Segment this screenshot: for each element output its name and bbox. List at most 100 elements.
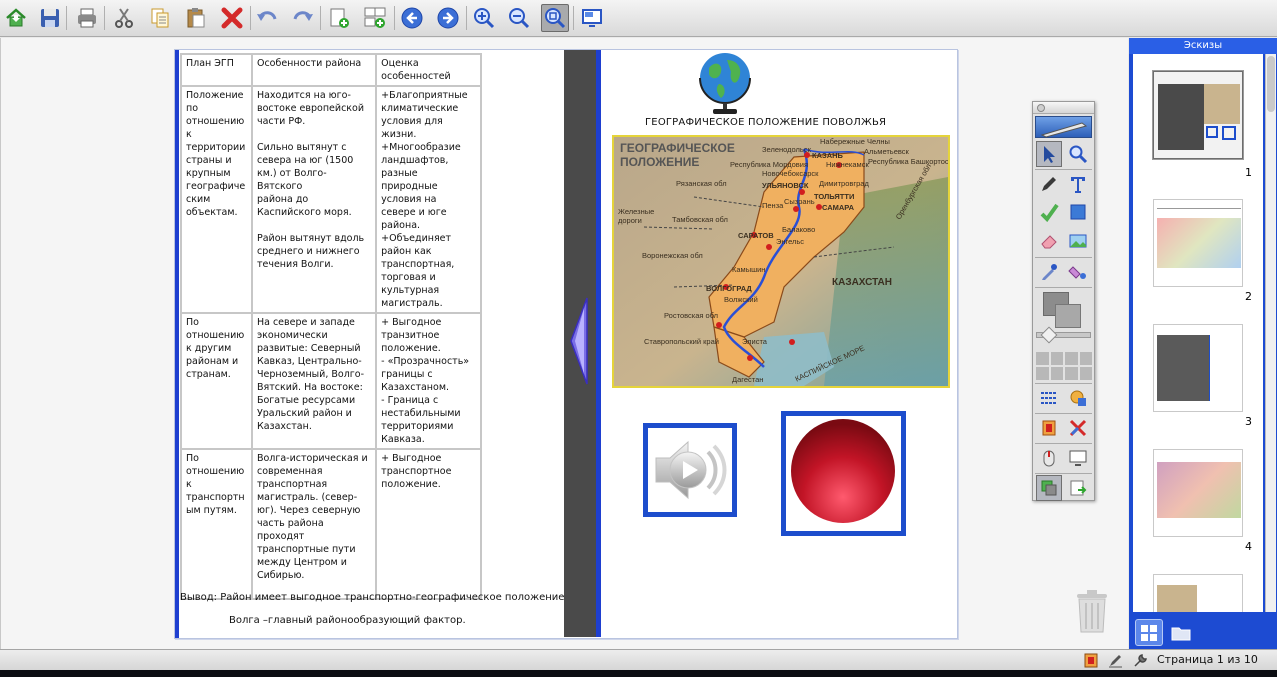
thumbnail-page-1[interactable]: [1153, 71, 1243, 159]
print-icon[interactable]: [73, 4, 101, 32]
pen-icon[interactable]: [1036, 171, 1062, 197]
record-status-icon[interactable]: [1082, 652, 1099, 669]
zoom-out-icon[interactable]: [505, 4, 533, 32]
zoom-in-icon[interactable]: [470, 4, 498, 32]
thumbnail-number: 4: [1245, 540, 1252, 553]
layers-icon[interactable]: [1036, 475, 1062, 501]
fill-icon[interactable]: [1065, 259, 1091, 285]
shadow-icon[interactable]: [1065, 385, 1091, 411]
map-label: Камышин: [732, 265, 766, 274]
undo-icon[interactable]: [253, 4, 281, 32]
map-label: Балаково: [782, 225, 816, 234]
map-label: Димитровград: [819, 179, 869, 188]
table-cell-features: На севере и западе экономически развитые…: [250, 312, 378, 450]
new-page-icon[interactable]: [325, 4, 353, 32]
redo-icon[interactable]: [289, 4, 317, 32]
thumbnail-page-3[interactable]: [1153, 324, 1243, 412]
save-icon[interactable]: [36, 4, 64, 32]
map-label: ТОЛЬЯТТИ: [814, 192, 855, 201]
tools-panel-titlebar[interactable]: [1033, 102, 1094, 114]
eraser-icon[interactable]: [1036, 228, 1062, 254]
scrollbar-thumb[interactable]: [1267, 56, 1275, 112]
main-toolbar: [0, 0, 1277, 37]
tools-panel: [1032, 101, 1095, 501]
conclusion-line-2: Волга –главный районообразующий фактор.: [229, 615, 466, 626]
map-label: Рязанская обл: [676, 179, 727, 188]
map-label: САМАРА: [822, 203, 855, 212]
sound-button[interactable]: [643, 423, 737, 517]
table-header-row: План ЭГП Особенности района Оценка особе…: [180, 53, 482, 87]
back-icon[interactable]: [398, 4, 426, 32]
clear-icon[interactable]: [1065, 415, 1091, 441]
map-label: Новочебоксарск: [762, 169, 819, 178]
table-cell-plan: Положение по отношению к территории стра…: [180, 85, 253, 314]
thumbnails-view-icon[interactable]: [1135, 619, 1163, 646]
thumbnails-header: Эскизы: [1129, 38, 1277, 54]
map-label: Зеленодольск: [762, 145, 811, 154]
map-label: Элиста: [742, 337, 767, 346]
mouse-icon[interactable]: [1036, 445, 1062, 471]
slide-page[interactable]: План ЭГП Особенности района Оценка особе…: [174, 49, 958, 639]
map-label: Сызрань: [784, 197, 815, 206]
application-window: План ЭГП Особенности района Оценка особе…: [0, 0, 1277, 677]
color-swatch[interactable]: [1043, 292, 1083, 328]
thumbnail-page-4[interactable]: [1153, 449, 1243, 537]
table-cell-rating: + Выгодное транзитное положение. - «Проз…: [375, 312, 482, 450]
collapse-arrow-icon[interactable]: [569, 296, 589, 390]
line-style-icon[interactable]: [1036, 385, 1062, 411]
map-label: УЛЬЯНОВСК: [762, 181, 809, 190]
speaker-play-icon: [655, 440, 727, 500]
record-tool-icon[interactable]: [1036, 415, 1062, 441]
zoom-tool-icon[interactable]: [1065, 141, 1091, 167]
fit-page-icon[interactable]: [541, 4, 569, 32]
duplicate-page-icon[interactable]: [361, 4, 389, 32]
thumbnails-scrollbar[interactable]: [1265, 54, 1276, 612]
header-rating: Оценка особенностей: [375, 53, 482, 87]
select-icon[interactable]: [1036, 141, 1062, 167]
map-legend-railways: Железные дороги: [618, 207, 655, 225]
settings-wrench-icon[interactable]: [1132, 652, 1149, 669]
forward-icon[interactable]: [434, 4, 462, 32]
map-label: Нижнекамск: [826, 160, 869, 169]
record-button[interactable]: [781, 411, 906, 536]
map-label: Республика Мордовия: [730, 160, 808, 169]
map-image[interactable]: ГЕОГРАФИЧЕСКОЕ ПОЛОЖЕНИЕ Железные дороги…: [612, 135, 950, 388]
thumbnail-page-2[interactable]: [1153, 199, 1243, 287]
map-label: САРАТОВ: [738, 231, 774, 240]
thumbnail-number: 2: [1245, 290, 1252, 303]
screen-capture-icon[interactable]: [1065, 445, 1091, 471]
map-label: Тамбовская обл: [672, 215, 728, 224]
folder-icon[interactable]: [1167, 619, 1195, 646]
table-cell-features: Волга-историческая и современная транспо…: [250, 448, 378, 600]
delete-icon[interactable]: [218, 4, 246, 32]
map-label: Дагестан: [732, 375, 764, 384]
table-cell-plan: По отношению к транспортн ым путям.: [180, 448, 253, 600]
paste-icon[interactable]: [182, 4, 210, 32]
red-circle-icon: [791, 419, 895, 523]
table-cell-rating: + Выгодное транспортное положение.: [375, 448, 482, 600]
highlighter-icon[interactable]: [1036, 199, 1062, 225]
opacity-slider[interactable]: [1036, 326, 1091, 344]
tools-close-icon[interactable]: [1037, 104, 1045, 112]
shape-icon[interactable]: [1065, 199, 1091, 225]
line-width-grid[interactable]: [1036, 352, 1092, 380]
table-row: По отношению к другим районам и странам.…: [180, 312, 482, 450]
map-label: Республика Башкортостан: [868, 157, 949, 166]
screen-icon[interactable]: [578, 4, 606, 32]
image-icon[interactable]: [1065, 228, 1091, 254]
header-features: Особенности района: [250, 53, 378, 87]
map-label: КАЗАХСТАН: [832, 277, 892, 288]
text-tool-icon[interactable]: [1065, 171, 1091, 197]
trash-icon[interactable]: [1073, 588, 1111, 634]
export-icon[interactable]: [1065, 475, 1091, 501]
home-icon[interactable]: [2, 4, 30, 32]
opacity-slider-knob[interactable]: [1040, 326, 1058, 344]
table-cell-rating: +Благоприятные климатические условия для…: [375, 85, 482, 314]
copy-icon[interactable]: [146, 4, 174, 32]
map-heading: ГЕОГРАФИЧЕСКОЕ ПОЛОЖЕНИЕ: [620, 141, 735, 169]
table-cell-plan: По отношению к другим районам и странам.: [180, 312, 253, 450]
eyedropper-icon[interactable]: [1036, 259, 1062, 285]
thumbnail-page-5[interactable]: [1153, 574, 1243, 612]
cut-icon[interactable]: [110, 4, 138, 32]
pen-status-icon[interactable]: [1107, 652, 1124, 669]
